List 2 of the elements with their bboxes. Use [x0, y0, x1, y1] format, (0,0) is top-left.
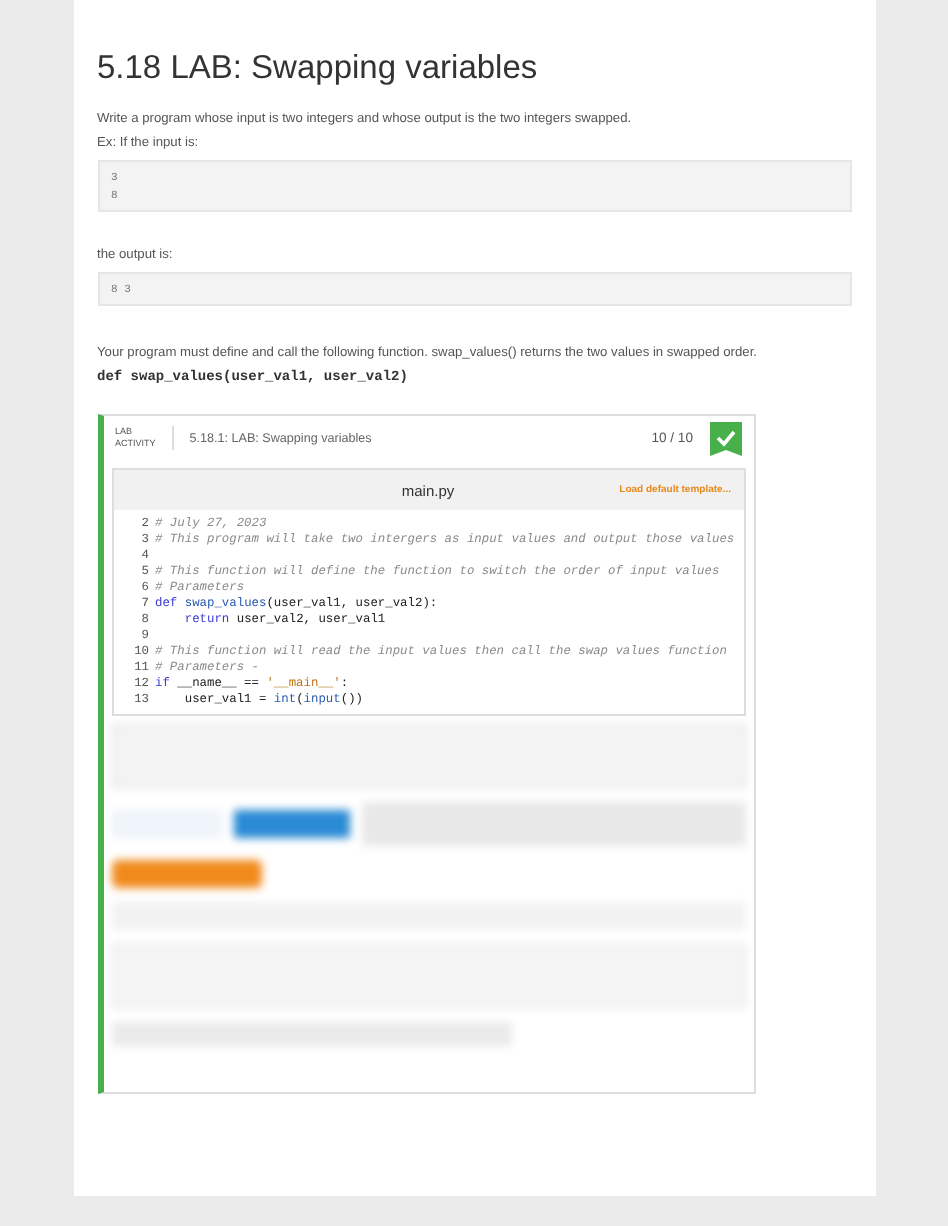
code-editor[interactable]: [111, 468, 745, 716]
page-title: 5.18 LAB: Swapping variables: [97, 50, 540, 88]
